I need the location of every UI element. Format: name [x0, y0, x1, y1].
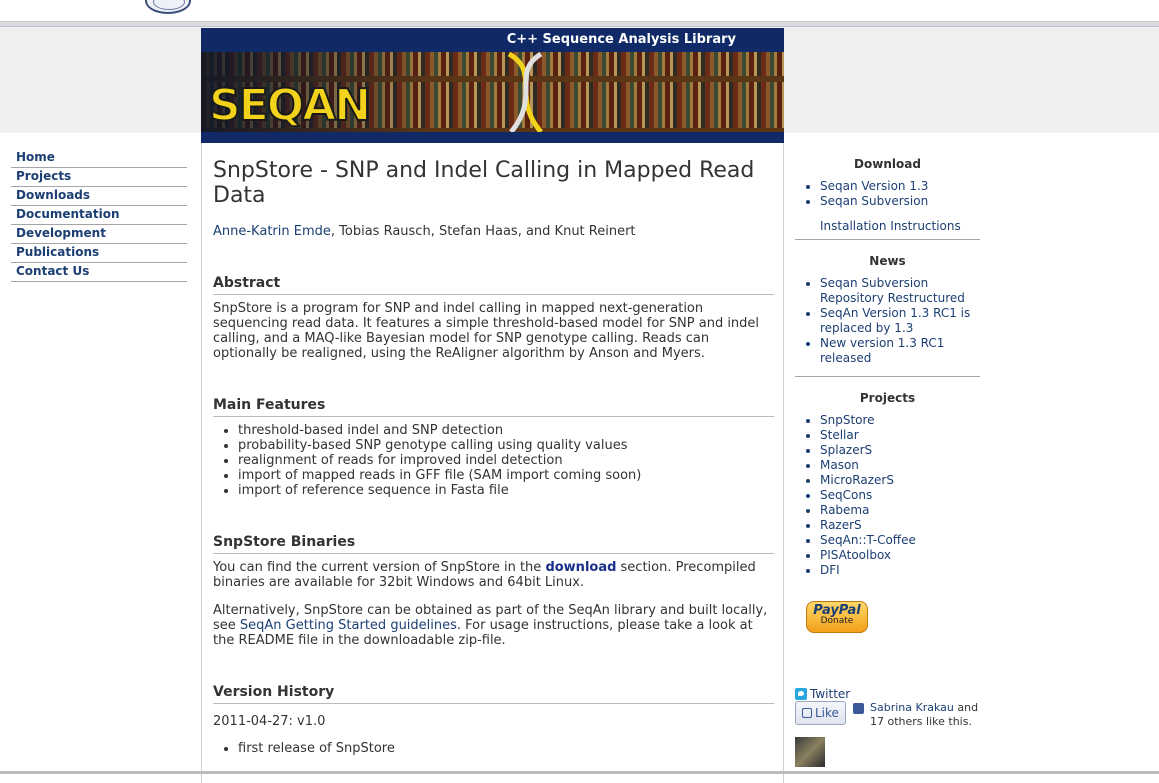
getting-started-link[interactable]: SeqAn Getting Started guidelines	[240, 618, 457, 633]
features-list: threshold-based indel and SNP detection …	[213, 423, 773, 498]
project-link[interactable]: SplazerS	[820, 443, 872, 457]
binaries-text-1a: You can find the current version of SnpS…	[213, 560, 546, 575]
list-item[interactable]: SeqAn::T-Coffee	[820, 533, 980, 548]
nav-development[interactable]: Development	[11, 225, 187, 244]
projects-list: SnpStore Stellar SplazerS Mason MicroRaz…	[795, 413, 980, 578]
list-item[interactable]: Mason	[820, 458, 980, 473]
news-link[interactable]: Seqan Subversion Repository Restructured	[820, 276, 965, 305]
twitter-link[interactable]: Twitter	[810, 687, 850, 701]
download-heading: Download	[854, 157, 921, 171]
list-item: probability-based SNP genotype calling u…	[238, 438, 773, 453]
author-link[interactable]: Anne-Katrin Emde	[213, 224, 331, 239]
banner-tagline: C++ Sequence Analysis Library	[506, 32, 736, 47]
list-item[interactable]: PISAtoolbox	[820, 548, 980, 563]
list-item: realignment of reads for improved indel …	[238, 453, 773, 468]
left-nav: Home Projects Downloads Documentation De…	[11, 149, 187, 282]
project-link[interactable]: PISAtoolbox	[820, 548, 891, 562]
download-link[interactable]: download	[545, 560, 616, 575]
list-item[interactable]: Stellar	[820, 428, 980, 443]
top-strip	[0, 0, 1159, 22]
facebook-icon	[853, 703, 864, 714]
project-link[interactable]: SnpStore	[820, 413, 875, 427]
list-item: import of mapped reads in GFF file (SAM …	[238, 468, 773, 483]
seqan-logo: SEQAN	[208, 79, 372, 132]
nav-home[interactable]: Home	[11, 149, 187, 168]
list-item: first release of SnpStore	[238, 741, 773, 756]
paypal-donate-button[interactable]: PayPal Donate	[806, 601, 868, 633]
list-item[interactable]: SnpStore	[820, 413, 980, 428]
project-link[interactable]: DFI	[820, 563, 840, 577]
project-link[interactable]: RazerS	[820, 518, 862, 532]
project-link[interactable]: SeqAn::T-Coffee	[820, 533, 916, 547]
binaries-heading: SnpStore Binaries	[213, 534, 774, 554]
banner-top-bar: C++ Sequence Analysis Library	[201, 28, 784, 52]
list-item[interactable]: Rabema	[820, 503, 980, 518]
list-item[interactable]: MicroRazerS	[820, 473, 980, 488]
nav-projects[interactable]: Projects	[11, 168, 187, 187]
news-link[interactable]: New version 1.3 RC1 released	[820, 336, 944, 365]
twitter-icon	[795, 688, 807, 700]
dna-helix-icon	[507, 52, 543, 134]
news-heading: News	[869, 254, 906, 268]
list-item[interactable]: Seqan Version 1.3	[820, 179, 980, 194]
divider	[795, 239, 980, 240]
facebook-likes-text: Sabrina Krakau and 17 others like this.	[870, 701, 980, 729]
authors-rest: , Tobias Rausch, Stefan Haas, and Knut R…	[330, 224, 636, 239]
projects-heading: Projects	[859, 391, 916, 405]
list-item[interactable]: Seqan Subversion	[820, 194, 980, 209]
project-link[interactable]: MicroRazerS	[820, 473, 894, 487]
thumbs-up-icon	[802, 708, 812, 718]
list-item[interactable]: New version 1.3 RC1 released	[820, 336, 980, 366]
nav-downloads[interactable]: Downloads	[11, 187, 187, 206]
download-link-item[interactable]: Seqan Version 1.3	[820, 179, 928, 193]
history-heading: Version History	[213, 684, 774, 704]
list-item[interactable]: Seqan Subversion Repository Restructured	[820, 276, 980, 306]
list-item[interactable]: DFI	[820, 563, 980, 578]
download-link-item[interactable]: Seqan Subversion	[820, 194, 928, 208]
binaries-paragraph-1: You can find the current version of SnpS…	[213, 560, 774, 590]
abstract-heading: Abstract	[213, 275, 774, 295]
twitter-row[interactable]: Twitter	[795, 687, 850, 701]
list-item[interactable]: SeqAn Version 1.3 RC1 is replaced by 1.3	[820, 306, 980, 336]
features-heading: Main Features	[213, 397, 774, 417]
list-item: import of reference sequence in Fasta fi…	[238, 483, 773, 498]
divider	[795, 376, 980, 377]
list-item[interactable]: RazerS	[820, 518, 980, 533]
facebook-user-link[interactable]: Sabrina Krakau	[870, 701, 954, 714]
right-sidebar: Download Seqan Version 1.3 Seqan Subvers…	[795, 143, 980, 767]
news-link[interactable]: SeqAn Version 1.3 RC1 is replaced by 1.3	[820, 306, 970, 335]
main-content: SnpStore - SNP and Indel Calling in Mapp…	[201, 143, 784, 783]
avatar[interactable]	[795, 737, 825, 767]
list-item[interactable]: SplazerS	[820, 443, 980, 458]
news-list: Seqan Subversion Repository Restructured…	[795, 276, 980, 366]
list-item: threshold-based indel and SNP detection	[238, 423, 773, 438]
history-list: first release of SnpStore	[213, 741, 773, 756]
nav-contact-us[interactable]: Contact Us	[11, 263, 187, 282]
authors: Anne-Katrin Emde, Tobias Rausch, Stefan …	[213, 224, 773, 239]
abstract-text: SnpStore is a program for SNP and indel …	[213, 301, 760, 361]
nav-publications[interactable]: Publications	[11, 244, 187, 263]
list-item[interactable]: SeqCons	[820, 488, 980, 503]
university-seal-icon	[145, 0, 191, 14]
project-link[interactable]: Mason	[820, 458, 859, 472]
like-label: Like	[815, 706, 839, 720]
project-link[interactable]: Rabema	[820, 503, 869, 517]
history-entry: 2011-04-27: v1.0	[213, 714, 326, 729]
seqan-banner[interactable]: C++ Sequence Analysis Library SEQAN	[201, 28, 784, 143]
banner-bottom-bar	[201, 132, 784, 143]
project-link[interactable]: Stellar	[820, 428, 859, 442]
project-link[interactable]: SeqCons	[820, 488, 872, 502]
page-title: SnpStore - SNP and Indel Calling in Mapp…	[213, 158, 755, 208]
binaries-paragraph-2: Alternatively, SnpStore can be obtained …	[213, 603, 774, 648]
nav-documentation[interactable]: Documentation	[11, 206, 187, 225]
installation-link[interactable]: Installation Instructions	[795, 219, 980, 233]
download-list: Seqan Version 1.3 Seqan Subversion	[795, 179, 980, 209]
facebook-like-button[interactable]: Like	[795, 701, 846, 725]
